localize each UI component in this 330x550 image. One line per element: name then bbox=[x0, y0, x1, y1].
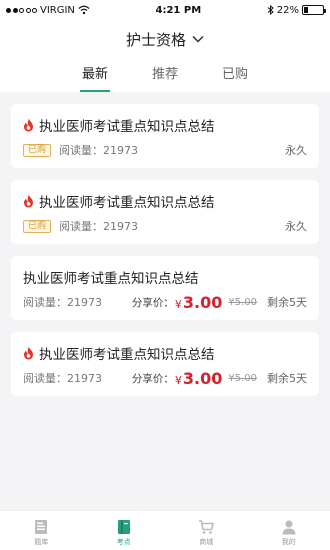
tabbar-label: 考点 bbox=[116, 538, 131, 546]
article-card[interactable]: 执业医师考试重点知识点总结 已购 阅读量：21973 永久 bbox=[11, 104, 319, 168]
tab-purchased[interactable]: 已购 bbox=[200, 54, 270, 92]
signal-icon bbox=[6, 7, 37, 13]
article-title-row: 执业医师考试重点知识点总结 bbox=[23, 344, 307, 363]
article-title: 执业医师考试重点知识点总结 bbox=[23, 271, 199, 287]
article-meta: 已购 阅读量：21973 永久 bbox=[23, 142, 307, 158]
person-icon bbox=[282, 520, 296, 535]
bluetooth-icon bbox=[267, 5, 274, 15]
battery-level bbox=[303, 7, 308, 13]
article-title-row: 执业医师考试重点知识点总结 bbox=[23, 268, 307, 287]
purchased-badge: 已购 bbox=[23, 143, 52, 157]
tabbar-mine[interactable]: 我的 bbox=[248, 511, 330, 550]
price-value: 3.00 bbox=[182, 292, 223, 312]
wifi-icon bbox=[78, 5, 90, 15]
read-count: 阅读量：21973 bbox=[23, 372, 102, 385]
battery-percent: 22% bbox=[276, 4, 299, 16]
article-title: 执业医师考试重点知识点总结 bbox=[39, 347, 215, 363]
currency-symbol: ¥ bbox=[174, 297, 182, 311]
article-list: 执业医师考试重点知识点总结 已购 阅读量：21973 永久 执业医师考试重点知识… bbox=[0, 92, 330, 396]
status-left: VIRGIN bbox=[6, 5, 90, 16]
flame-icon bbox=[24, 118, 33, 132]
read-count: 阅读量：21973 bbox=[23, 296, 102, 309]
status-time: 4:21 PM bbox=[155, 4, 202, 16]
validity-label: 永久 bbox=[285, 220, 307, 233]
bottom-tab-bar: 题库 考点 商城 我的 bbox=[0, 510, 330, 550]
article-title-row: 执业医师考试重点知识点总结 bbox=[23, 192, 307, 211]
tab-latest[interactable]: 最新 bbox=[60, 54, 130, 92]
article-card[interactable]: 执业医师考试重点知识点总结 已购 阅读量：21973 永久 bbox=[11, 180, 319, 244]
tab-recommended[interactable]: 推荐 bbox=[130, 54, 200, 92]
article-title: 执业医师考试重点知识点总结 bbox=[39, 195, 215, 211]
currency-symbol: ¥ bbox=[174, 373, 182, 387]
article-title-row: 执业医师考试重点知识点总结 bbox=[23, 116, 307, 135]
read-count: 阅读量：21973 bbox=[59, 144, 139, 157]
page-title: 护士资格 bbox=[125, 30, 186, 49]
share-price-label: 分享价： bbox=[131, 372, 174, 385]
purchased-badge: 已购 bbox=[23, 219, 52, 233]
article-meta: 阅读量：21973 分享价： ¥ 3.00 ¥5.00 剩余5天 bbox=[23, 369, 307, 388]
share-price: ¥ 3.00 bbox=[175, 293, 222, 312]
article-meta: 已购 阅读量：21973 永久 bbox=[23, 218, 307, 234]
carrier-label: VIRGIN bbox=[40, 4, 75, 16]
tabbar-label: 题库 bbox=[34, 538, 49, 546]
price-value: 3.00 bbox=[182, 368, 223, 388]
share-price-label: 分享价： bbox=[131, 296, 174, 309]
tabbar-label: 我的 bbox=[281, 538, 296, 546]
book-icon bbox=[117, 520, 130, 534]
tabbar-label: 商城 bbox=[199, 538, 214, 546]
read-count: 阅读量：21973 bbox=[59, 220, 139, 233]
status-right: 22% bbox=[267, 4, 326, 16]
validity-label: 永久 bbox=[285, 144, 307, 157]
flame-icon bbox=[24, 346, 33, 360]
tabbar-mall[interactable]: 商城 bbox=[165, 511, 248, 550]
cart-icon bbox=[199, 520, 215, 534]
original-price: ¥5.00 bbox=[228, 296, 257, 308]
flame-icon bbox=[24, 194, 33, 208]
days-remaining: 剩余5天 bbox=[267, 372, 307, 385]
title-dropdown[interactable]: 护士资格 bbox=[0, 20, 330, 54]
days-remaining: 剩余5天 bbox=[267, 296, 307, 309]
article-title: 执业医师考试重点知识点总结 bbox=[39, 119, 215, 135]
tab-bar-top: 最新 推荐 已购 bbox=[0, 54, 330, 92]
question-bank-icon bbox=[35, 520, 48, 534]
original-price: ¥5.00 bbox=[228, 372, 257, 384]
header: 护士资格 最新 推荐 已购 bbox=[0, 20, 330, 92]
battery-icon bbox=[301, 5, 326, 15]
tabbar-key-points[interactable]: 考点 bbox=[83, 511, 166, 550]
article-card[interactable]: 执业医师考试重点知识点总结 阅读量：21973 分享价： ¥ 3.00 ¥5.0… bbox=[11, 256, 319, 320]
share-price: ¥ 3.00 bbox=[175, 369, 222, 388]
status-bar: VIRGIN 4:21 PM 22% bbox=[0, 0, 330, 20]
article-meta: 阅读量：21973 分享价： ¥ 3.00 ¥5.00 剩余5天 bbox=[23, 293, 307, 312]
article-card[interactable]: 执业医师考试重点知识点总结 阅读量：21973 分享价： ¥ 3.00 ¥5.0… bbox=[11, 332, 319, 396]
chevron-down-icon bbox=[192, 35, 204, 43]
tabbar-question-bank[interactable]: 题库 bbox=[0, 511, 83, 550]
